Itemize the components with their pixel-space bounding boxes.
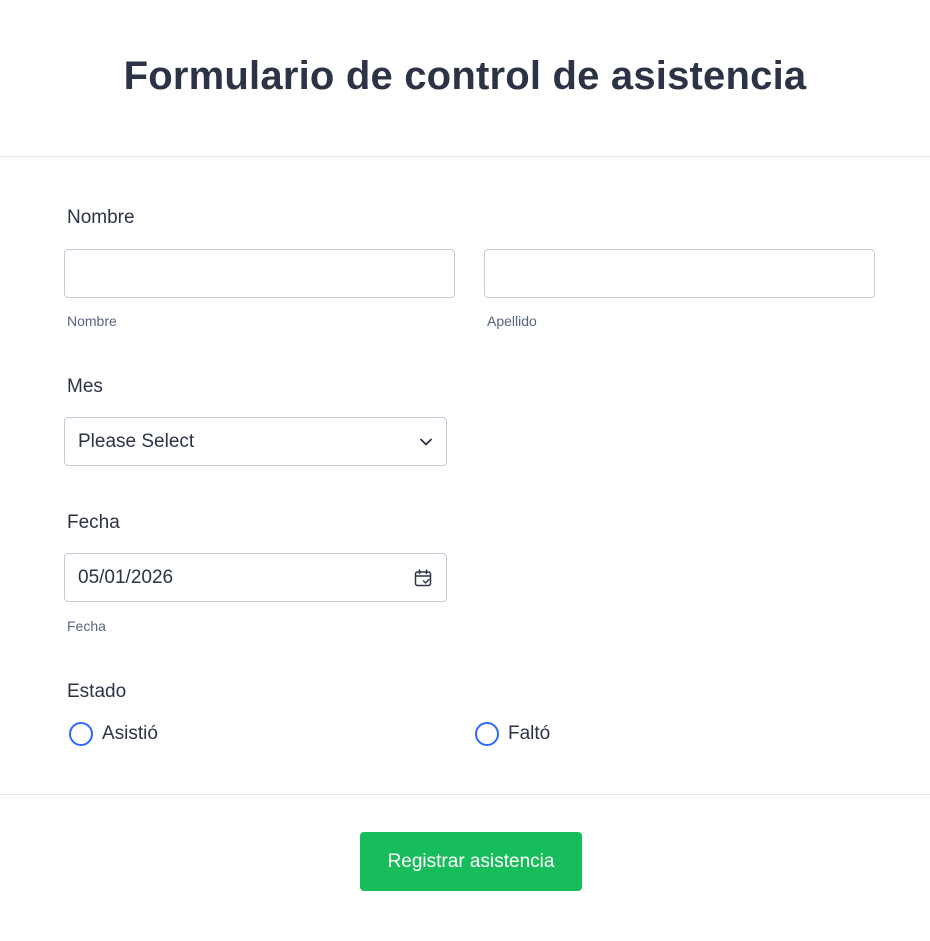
nombre-label: Nombre <box>67 207 135 228</box>
chevron-down-icon <box>419 435 433 449</box>
date-sublabel: Fecha <box>67 618 106 634</box>
radio-asistio-label: Asistió <box>102 723 158 744</box>
last-name-input[interactable] <box>484 249 875 298</box>
first-name-input[interactable] <box>64 249 455 298</box>
form-title: Formulario de control de asistencia <box>123 53 807 98</box>
first-name-sublabel: Nombre <box>67 313 117 329</box>
form-header: Formulario de control de asistencia <box>0 0 930 157</box>
month-select-value: Please Select <box>78 430 195 452</box>
fecha-label: Fecha <box>67 512 120 533</box>
date-input-value: 05/01/2026 <box>78 566 174 588</box>
date-input[interactable]: 05/01/2026 <box>64 553 447 602</box>
footer-divider <box>0 794 930 795</box>
radio-falto[interactable]: Faltó <box>475 722 550 746</box>
radio-asistio[interactable]: Asistió <box>69 722 158 746</box>
radio-circle[interactable] <box>475 722 499 746</box>
calendar-icon[interactable] <box>413 568 433 588</box>
last-name-sublabel: Apellido <box>487 313 537 329</box>
estado-label: Estado <box>67 681 127 702</box>
submit-button[interactable]: Registrar asistencia <box>360 832 582 891</box>
attendance-form-page: Formulario de control de asistencia Nomb… <box>0 0 930 941</box>
radio-circle[interactable] <box>69 722 93 746</box>
month-select[interactable]: Please Select <box>64 417 447 466</box>
mes-label: Mes <box>67 376 103 397</box>
radio-falto-label: Faltó <box>508 723 551 744</box>
